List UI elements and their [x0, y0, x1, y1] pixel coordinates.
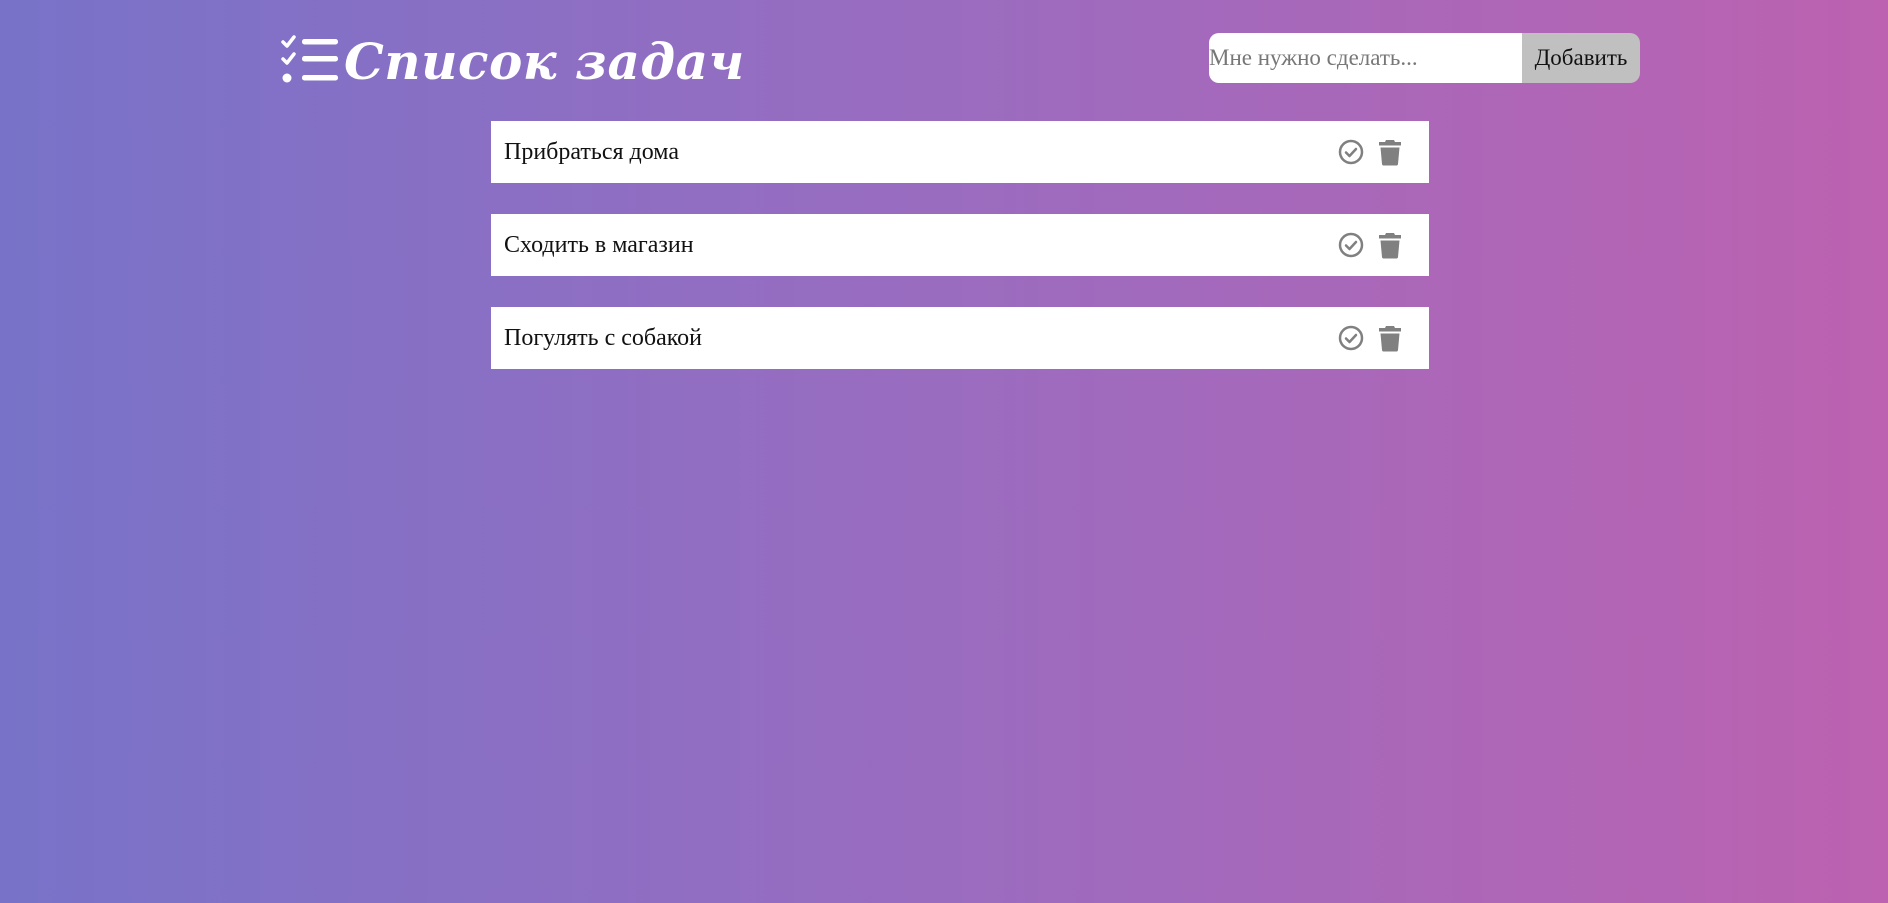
check-circle-icon: [1338, 232, 1364, 258]
complete-button[interactable]: [1336, 137, 1366, 167]
check-circle-icon: [1338, 325, 1364, 351]
add-task-form: Добавить: [1209, 33, 1640, 83]
task-input[interactable]: [1209, 33, 1522, 83]
check-circle-icon: [1338, 139, 1364, 165]
task-item: Сходить в магазин: [491, 214, 1429, 276]
task-text: Прибраться дома: [504, 138, 679, 165]
header: Список задач Добавить: [0, 0, 1888, 110]
task-text: Погулять с собакой: [504, 324, 703, 351]
task-text: Сходить в магазин: [504, 231, 694, 258]
task-actions: [1336, 230, 1405, 260]
task-item: Погулять с собакой: [491, 307, 1429, 369]
delete-button[interactable]: [1375, 230, 1405, 260]
trash-icon: [1379, 233, 1401, 259]
add-button[interactable]: Добавить: [1522, 33, 1640, 83]
task-actions: [1336, 323, 1405, 353]
checklist-icon: [280, 34, 340, 90]
logo: Список задач: [280, 30, 745, 94]
page-title: Список задач: [344, 32, 745, 91]
delete-button[interactable]: [1375, 137, 1405, 167]
complete-button[interactable]: [1336, 323, 1366, 353]
trash-icon: [1379, 140, 1401, 166]
complete-button[interactable]: [1336, 230, 1366, 260]
trash-icon: [1379, 326, 1401, 352]
task-list: Прибраться дома Сходить в магазин Погуля…: [491, 121, 1429, 400]
delete-button[interactable]: [1375, 323, 1405, 353]
task-item: Прибраться дома: [491, 121, 1429, 183]
task-actions: [1336, 137, 1405, 167]
